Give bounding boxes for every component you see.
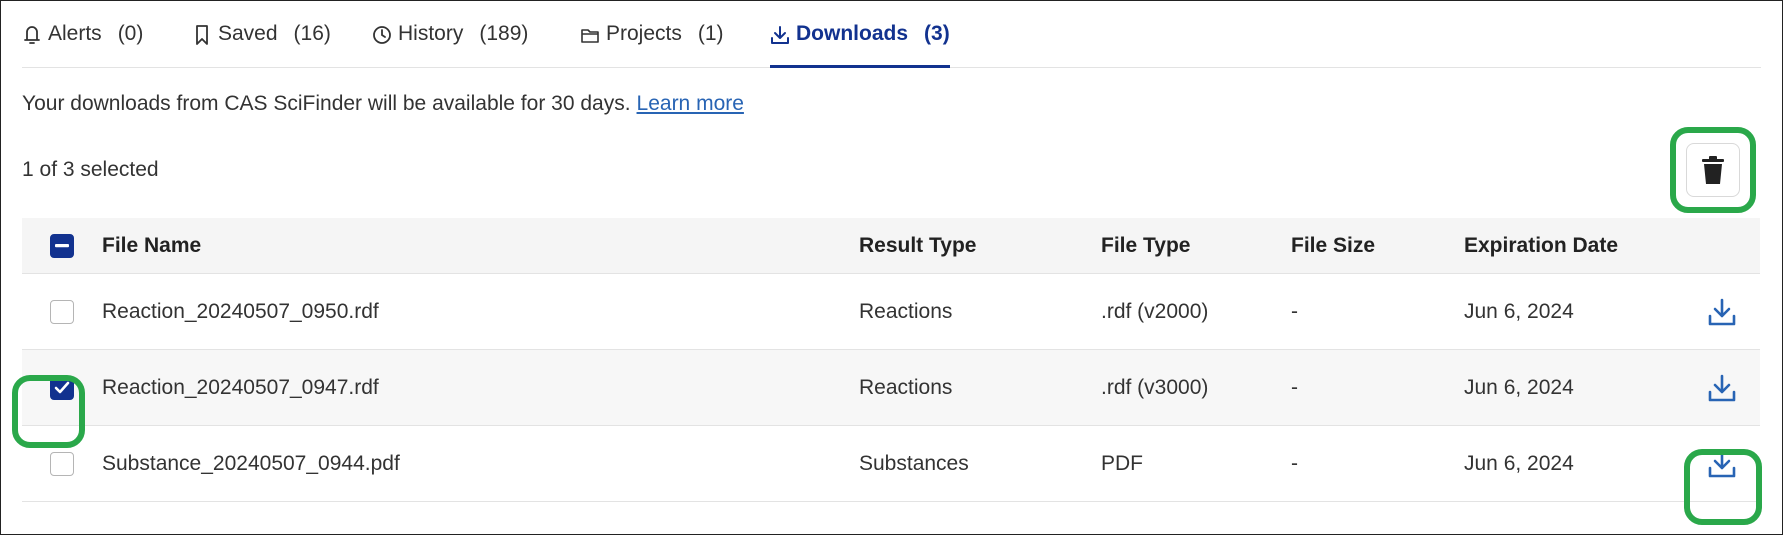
tab-projects[interactable]: Projects (1) [580, 22, 724, 68]
row-check-cell [12, 374, 102, 448]
retention-notice: Your downloads from CAS SciFinder will b… [22, 92, 744, 116]
minus-icon [55, 243, 69, 247]
tab-label: Alerts [48, 22, 102, 45]
tab-saved[interactable]: Saved (16) [192, 22, 331, 68]
result-type: Substances [859, 451, 969, 475]
download-icon [1708, 298, 1736, 325]
tab-downloads[interactable]: Downloads (3) [770, 22, 950, 68]
learn-more-link[interactable]: Learn more [637, 92, 744, 115]
tab-label: Projects [606, 22, 682, 45]
download-icon [771, 26, 789, 44]
file-type: .rdf (v3000) [1101, 375, 1209, 399]
header-file-size[interactable]: File Size [1291, 234, 1464, 258]
folder-icon [581, 29, 599, 43]
file-size: - [1291, 451, 1298, 475]
tab-count: (189) [479, 22, 529, 45]
header-file-name[interactable]: File Name [102, 234, 859, 258]
result-type: Reactions [859, 375, 953, 399]
file-name: Substance_20240507_0944.pdf [102, 451, 400, 475]
download-cell [1684, 448, 1762, 525]
downloads-table: File Name Result Type File Type File Siz… [12, 218, 1762, 525]
tab-bar: Alerts (0) Saved (16) History (189) Proj… [22, 0, 1761, 68]
row-checkbox[interactable] [50, 451, 74, 476]
notice-text: Your downloads from CAS SciFinder will b… [22, 92, 631, 115]
header-file-type[interactable]: File Type [1101, 234, 1291, 258]
select-all-cell [22, 233, 102, 258]
row-check-cell [22, 451, 102, 476]
delete-button[interactable] [1686, 143, 1740, 197]
select-all-checkbox[interactable] [50, 233, 74, 258]
tab-count: (0) [117, 22, 144, 45]
tab-alerts[interactable]: Alerts (0) [22, 22, 143, 68]
result-type: Reactions [859, 299, 953, 323]
trash-icon [1702, 156, 1724, 184]
file-type: .rdf (v2000) [1101, 299, 1209, 323]
row-check-cell [22, 299, 102, 324]
file-size: - [1291, 375, 1298, 399]
file-name: Reaction_20240507_0950.rdf [102, 299, 379, 323]
table-header: File Name Result Type File Type File Siz… [22, 218, 1760, 274]
tab-count: (3) [924, 22, 950, 45]
download-highlight [1684, 448, 1762, 525]
clock-icon [373, 26, 391, 44]
expiration-date: Jun 6, 2024 [1464, 451, 1574, 475]
bell-icon [24, 26, 40, 44]
tab-count: (1) [697, 22, 724, 45]
header-expiration-date[interactable]: Expiration Date [1464, 234, 1684, 258]
table-row: Substance_20240507_0944.pdf Substances P… [22, 426, 1762, 525]
file-type: PDF [1101, 451, 1143, 475]
download-button[interactable] [1707, 374, 1737, 402]
tab-history[interactable]: History (189) [372, 22, 528, 68]
download-cell [1684, 374, 1760, 402]
file-name: Reaction_20240507_0947.rdf [102, 375, 379, 399]
selection-count: 1 of 3 selected [22, 158, 159, 181]
file-size: - [1291, 299, 1298, 323]
tab-label: History [398, 22, 464, 45]
tab-count: (16) [293, 22, 331, 45]
tab-label: Downloads [796, 22, 909, 45]
download-button[interactable] [1707, 298, 1737, 326]
table-row: Reaction_20240507_0947.rdf Reactions .rd… [12, 350, 1760, 448]
table-row: Reaction_20240507_0950.rdf Reactions .rd… [22, 274, 1760, 350]
row-checkbox[interactable] [50, 299, 74, 324]
download-cell [1684, 298, 1760, 326]
header-result-type[interactable]: Result Type [859, 234, 1101, 258]
expiration-date: Jun 6, 2024 [1464, 299, 1574, 323]
bookmark-icon [196, 25, 208, 45]
tab-label: Saved [218, 22, 278, 45]
delete-highlight [1670, 127, 1756, 213]
expiration-date: Jun 6, 2024 [1464, 375, 1574, 399]
download-icon [1708, 374, 1736, 401]
